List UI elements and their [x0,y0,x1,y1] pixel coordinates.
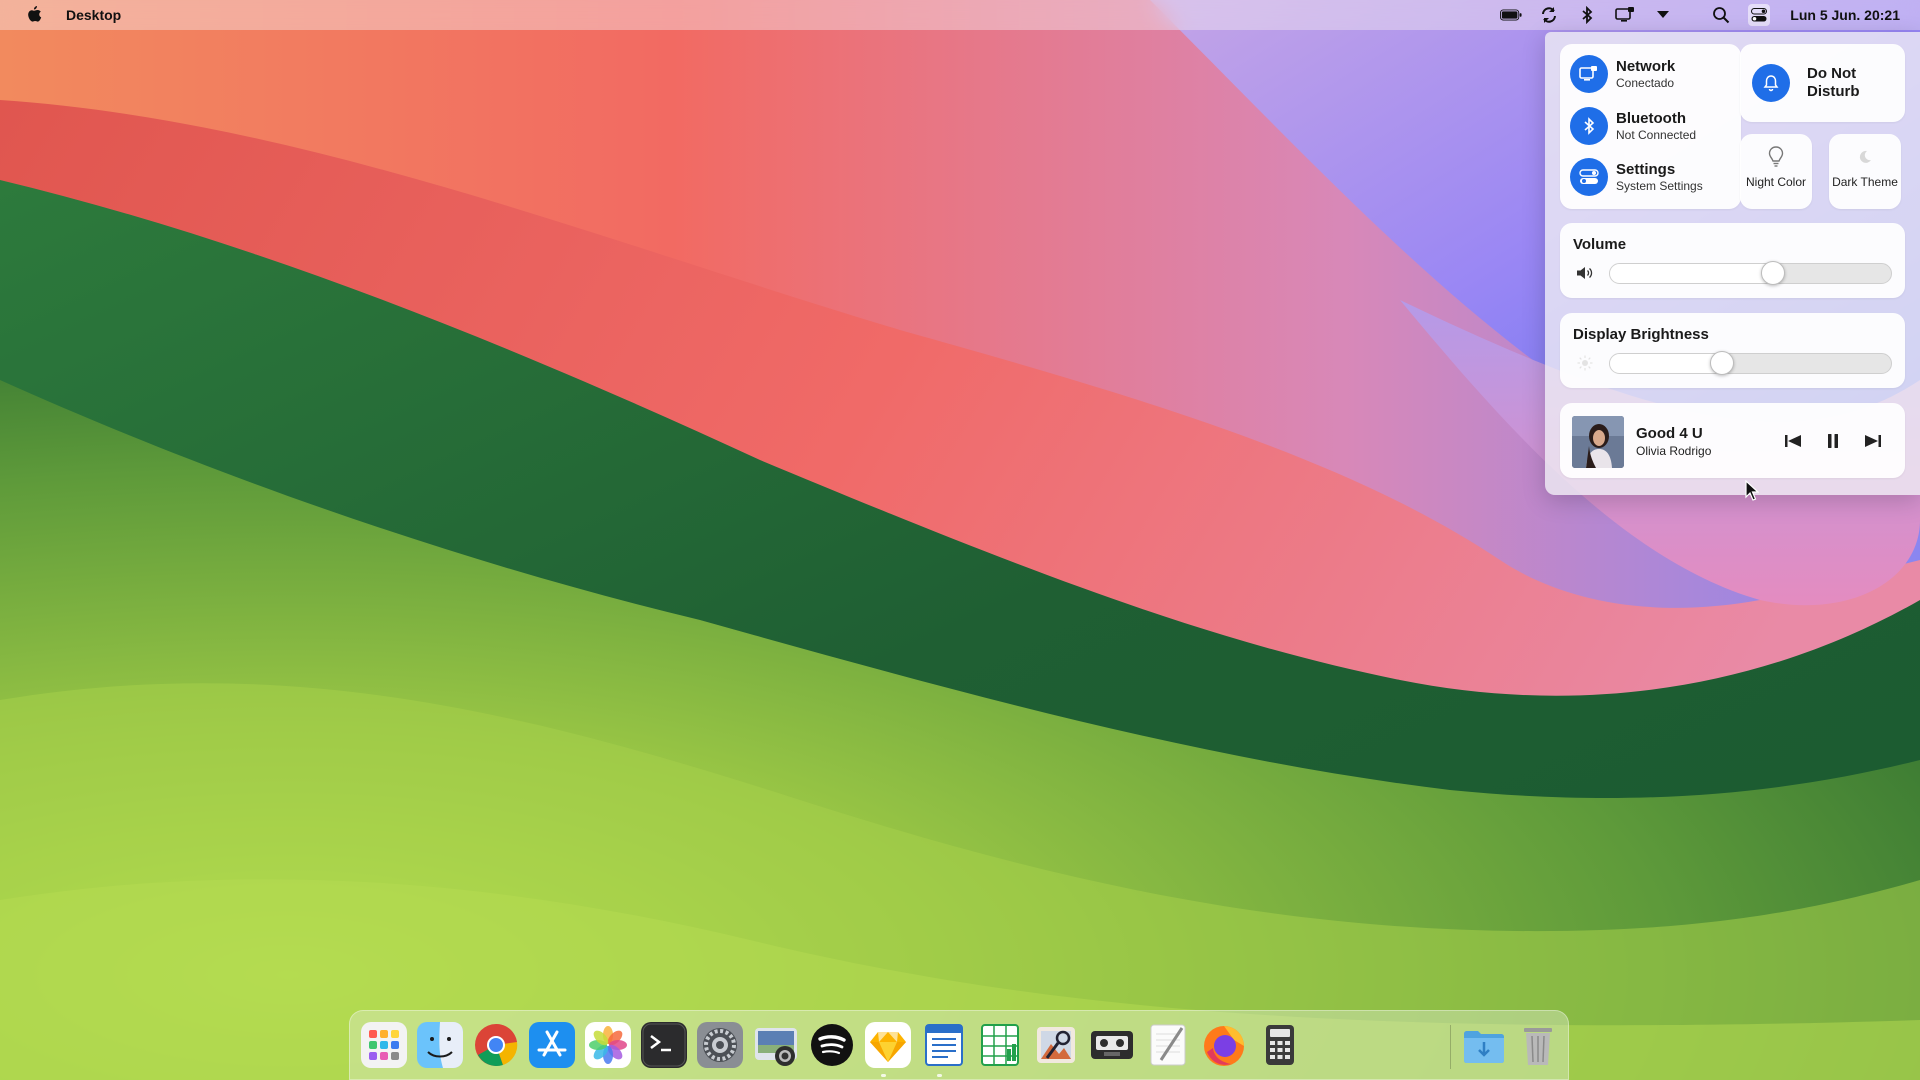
settings-gear-icon[interactable] [696,1021,744,1069]
control-center-icon[interactable] [1748,4,1771,26]
brightness-tile: Display Brightness [1560,313,1905,388]
night-color-toggle[interactable]: Night Color [1740,134,1812,209]
photos-icon[interactable] [584,1021,632,1069]
moon-icon [1853,144,1877,170]
dropdown-triangle-icon[interactable] [1652,4,1674,26]
settings-subtitle: System Settings [1616,178,1703,193]
dark-theme-label: Dark Theme [1832,175,1898,189]
brightness-title: Display Brightness [1573,326,1709,343]
bluetooth-toggle[interactable]: Bluetooth Not Connected [1570,107,1696,145]
song-title: Good 4 U [1636,425,1703,442]
sync-icon[interactable] [1538,4,1560,26]
previous-icon[interactable] [1782,430,1804,452]
connectivity-tile: Network Conectado Bluetooth Not Connecte… [1560,44,1741,209]
album-art[interactable] [1572,416,1624,468]
cassette-icon[interactable] [1088,1021,1136,1069]
preview-icon[interactable] [1032,1021,1080,1069]
brightness-slider-fill [1610,354,1724,373]
bluetooth-status: Not Connected [1616,127,1697,142]
firefox-icon[interactable] [1200,1021,1248,1069]
chrome-icon[interactable] [472,1021,520,1069]
volume-slider-fill [1610,264,1775,283]
settings-title: Settings [1616,160,1676,178]
network-status: Conectado [1616,75,1675,90]
volume-title: Volume [1573,236,1627,253]
menubar-clock[interactable]: Lun 5 Jun. 20:21 [1790,7,1900,23]
finder-icon[interactable] [416,1021,464,1069]
do-not-disturb-toggle[interactable]: Do Not Disturb [1740,44,1905,122]
speaker-icon[interactable] [1576,264,1594,282]
launchpad-icon[interactable] [360,1021,408,1069]
spotify-icon[interactable] [808,1021,856,1069]
running-indicator [881,1074,886,1077]
app-store-icon[interactable] [528,1021,576,1069]
song-artist: Olivia Rodrigo [1636,444,1712,458]
now-playing-tile: Good 4 U Olivia Rodrigo [1560,403,1905,478]
dark-theme-toggle[interactable]: Dark Theme [1829,134,1901,209]
network-title: Network [1616,57,1676,75]
trash-icon[interactable] [1514,1021,1562,1069]
mouse-cursor-icon [1745,479,1760,502]
volume-slider-knob[interactable] [1761,261,1786,285]
bluetooth-title: Bluetooth [1616,109,1686,127]
night-color-label: Night Color [1745,175,1807,189]
volume-slider-track[interactable] [1609,263,1892,284]
battery-icon[interactable] [1500,4,1522,26]
control-center-panel: Network Conectado Bluetooth Not Connecte… [1545,32,1920,495]
next-icon[interactable] [1862,430,1884,452]
bluetooth-icon[interactable] [1576,4,1598,26]
dock-separator [1450,1025,1451,1069]
running-indicator [937,1074,942,1077]
lightbulb-icon [1764,144,1788,170]
brightness-slider-knob[interactable] [1710,351,1735,375]
search-icon[interactable] [1710,4,1732,26]
active-app-name[interactable]: Desktop [66,7,121,23]
textedit-icon[interactable] [1144,1021,1192,1069]
do-not-disturb-label: Do Not Disturb [1807,65,1860,100]
pause-icon[interactable] [1822,430,1844,452]
display-icon[interactable] [1614,4,1636,26]
toggles-icon [1570,158,1608,196]
sun-icon[interactable] [1576,354,1594,372]
downloads-folder-icon[interactable] [1460,1021,1508,1069]
network-toggle[interactable]: Network Conectado [1570,55,1675,93]
dock [349,1010,1569,1080]
screenshot-icon[interactable] [752,1021,800,1069]
apple-logo-icon[interactable] [24,5,44,25]
bluetooth-icon [1570,107,1608,145]
spreadsheet-icon[interactable] [976,1021,1024,1069]
calculator-icon[interactable] [1256,1021,1304,1069]
volume-tile: Volume [1560,223,1905,298]
terminal-icon[interactable] [640,1021,688,1069]
document-icon[interactable] [920,1021,968,1069]
settings-shortcut[interactable]: Settings System Settings [1570,158,1703,196]
menu-bar: Desktop Lun 5 Jun. 20:21 [0,0,1920,30]
bell-icon [1752,64,1790,102]
network-icon [1570,55,1608,93]
brightness-slider-track[interactable] [1609,353,1892,374]
sketch-icon[interactable] [864,1021,912,1069]
